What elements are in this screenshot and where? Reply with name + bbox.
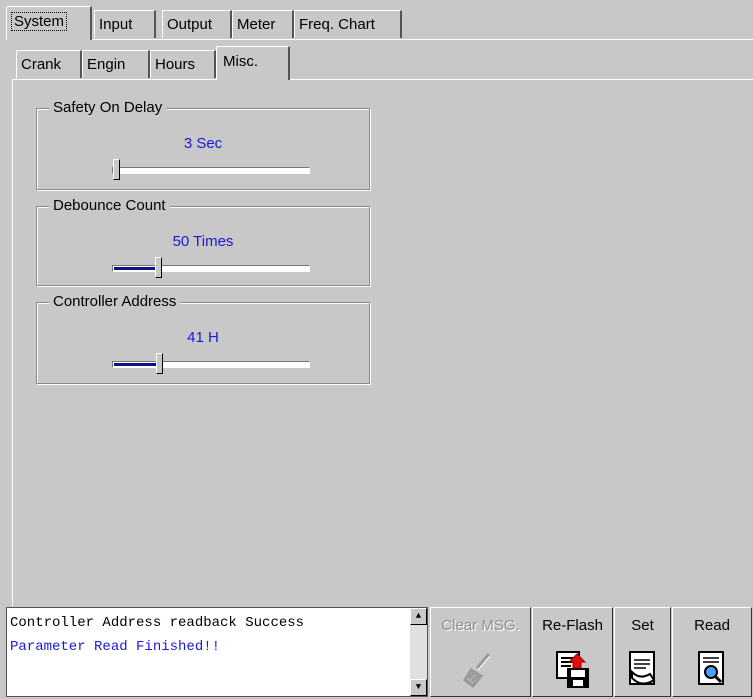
- set-button[interactable]: Set: [614, 607, 671, 697]
- debounce-count-group: Debounce Count 50 Times: [36, 197, 370, 286]
- re-flash-label: Re-Flash: [542, 617, 603, 634]
- set-document-icon: [628, 651, 655, 685]
- controller-address-group: Controller Address 41 H: [36, 293, 370, 384]
- tab-hours-label: Hours: [155, 56, 196, 73]
- message-line-2: Parameter Read Finished!!: [10, 639, 221, 655]
- safety-on-delay-title: Safety On Delay: [49, 99, 167, 117]
- slider-fill: [114, 363, 156, 366]
- scroll-up-arrow-icon[interactable]: ▲: [410, 608, 427, 625]
- clear-msg-label: Clear MSG.: [441, 617, 520, 634]
- tab-input-label: Input: [99, 16, 133, 33]
- clear-msg-button[interactable]: Clear MSG.: [430, 607, 531, 697]
- set-label: Set: [631, 617, 654, 634]
- debounce-count-slider[interactable]: [112, 257, 310, 278]
- re-flash-button[interactable]: Re-Flash: [532, 607, 613, 697]
- tab-output-label: Output: [167, 16, 213, 33]
- tab-engin-label: Engin: [87, 56, 126, 73]
- misc-settings-panel: Safety On Delay 3 Sec Debounce Count 50 …: [12, 80, 750, 606]
- controller-address-value: 41 H: [187, 329, 219, 346]
- safety-on-delay-value: 3 Sec: [183, 135, 223, 152]
- debounce-count-value: 50 Times: [172, 233, 234, 250]
- tab-crank-label: Crank: [21, 56, 62, 73]
- tab-system-label: System: [11, 12, 68, 31]
- message-line-1: Controller Address readback Success: [10, 615, 305, 631]
- message-scrollbar[interactable]: ▲ ▼: [410, 608, 427, 696]
- message-log[interactable]: Controller Address readback Success Para…: [6, 607, 428, 697]
- tab-engin[interactable]: Engin: [82, 50, 150, 78]
- read-button[interactable]: Read: [672, 607, 752, 697]
- tab-strip-baseline: [6, 39, 753, 40]
- tab-input[interactable]: Input: [94, 10, 156, 38]
- tab-misc-label: Misc.: [223, 53, 258, 70]
- tab-crank[interactable]: Crank: [16, 50, 82, 78]
- slider-fill: [114, 267, 155, 270]
- floppy-flash-icon: [555, 651, 589, 688]
- read-label: Read: [694, 617, 730, 634]
- slider-thumb[interactable]: [156, 353, 163, 374]
- tab-misc[interactable]: Misc.: [216, 46, 290, 80]
- main-tab-strip: System Input Output Meter Freq. Chart: [6, 6, 753, 40]
- tab-meter[interactable]: Meter: [232, 10, 294, 38]
- safety-on-delay-slider[interactable]: [112, 159, 310, 180]
- controller-address-slider[interactable]: [112, 353, 310, 374]
- scroll-down-arrow-icon[interactable]: ▼: [410, 679, 427, 696]
- controller-address-title: Controller Address: [49, 293, 181, 311]
- tab-freq-chart[interactable]: Freq. Chart: [294, 10, 402, 38]
- slider-thumb[interactable]: [155, 257, 162, 278]
- tab-system[interactable]: System: [6, 6, 92, 40]
- sub-tab-strip: Crank Engin Hours Misc.: [12, 46, 753, 80]
- slider-thumb[interactable]: [113, 159, 120, 180]
- broom-icon: [462, 653, 490, 688]
- read-magnifier-icon: [698, 651, 724, 685]
- tab-meter-label: Meter: [237, 16, 276, 33]
- tab-freq-chart-label: Freq. Chart: [299, 16, 375, 33]
- safety-on-delay-group: Safety On Delay 3 Sec: [36, 99, 370, 190]
- debounce-count-title: Debounce Count: [49, 197, 170, 215]
- tab-output[interactable]: Output: [162, 10, 232, 38]
- tab-hours[interactable]: Hours: [150, 50, 216, 78]
